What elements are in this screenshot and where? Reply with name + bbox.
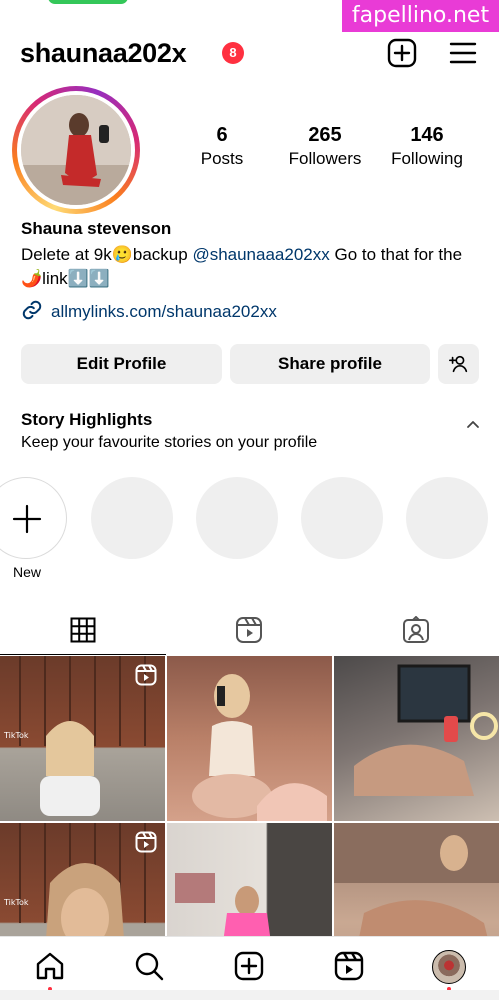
tagged-icon [403, 616, 429, 643]
menu-icon[interactable] [448, 38, 478, 68]
profile-bio: Delete at 9k🥲backup @shaunaaa202xx Go to… [21, 243, 481, 291]
add-user-icon [448, 355, 467, 373]
add-post-icon[interactable] [387, 38, 417, 68]
status-bar-pill [48, 0, 128, 4]
profile-avatar-story-ring[interactable] [12, 86, 140, 214]
following-count-label: Following [391, 149, 463, 168]
followers-count[interactable]: 265 Followers [280, 124, 370, 169]
tiktok-watermark: TikTok [3, 898, 29, 907]
posts-count[interactable]: 6 Posts [190, 124, 254, 169]
tab-posts-grid[interactable] [0, 605, 166, 655]
new-highlight-label: New [12, 564, 41, 580]
chevron-up-icon[interactable] [463, 416, 483, 432]
nav-profile-avatar[interactable] [432, 950, 466, 984]
link-icon [21, 299, 43, 326]
grid-post[interactable] [167, 656, 332, 821]
reel-badge-icon [135, 664, 157, 686]
following-count[interactable]: 146 Following [382, 124, 472, 169]
posts-grid: TikTok TikTok [0, 656, 499, 988]
nav-home[interactable] [34, 950, 66, 982]
profile-avatar [21, 95, 131, 205]
tiktok-watermark: TikTok [3, 731, 29, 740]
notification-badge[interactable]: 8 [222, 42, 244, 64]
discover-people-button[interactable] [438, 344, 479, 384]
following-count-value: 146 [410, 124, 444, 146]
profile-external-link[interactable]: allmylinks.com/shaunaa202xx [21, 300, 277, 324]
new-highlight-button[interactable] [0, 477, 67, 559]
post-thumbnail [192, 674, 327, 821]
profile-header: shaunaa202x 8 [0, 34, 499, 74]
bio-text-1: Delete at 9k🥲backup [21, 245, 193, 264]
highlight-placeholder [406, 477, 488, 559]
nav-reels[interactable] [333, 950, 365, 982]
share-profile-button[interactable]: Share profile [230, 344, 430, 384]
followers-count-label: Followers [288, 149, 362, 168]
profile-link-text: allmylinks.com/shaunaa202xx [51, 302, 277, 321]
highlight-placeholder [301, 477, 383, 559]
grid-icon [70, 617, 96, 642]
grid-post-reel[interactable]: TikTok [0, 656, 165, 821]
profile-full-name: Shauna stevenson [21, 219, 172, 238]
grid-post[interactable] [334, 656, 499, 821]
home-icon [36, 952, 64, 980]
plus-icon [12, 504, 42, 534]
username-switcher[interactable]: shaunaa202x [20, 38, 187, 69]
site-watermark: fapellino.net [342, 0, 499, 32]
highlight-placeholder [196, 477, 278, 559]
create-icon [234, 951, 264, 981]
followers-count-value: 265 [308, 124, 342, 146]
highlight-placeholder [91, 477, 173, 559]
nav-create[interactable] [233, 950, 265, 982]
reels-icon [334, 951, 364, 981]
posts-count-label: Posts [200, 149, 244, 168]
reels-icon [236, 617, 262, 643]
bio-mention-link[interactable]: @shaunaaa202xx [192, 245, 329, 264]
edit-profile-button[interactable]: Edit Profile [21, 344, 222, 384]
search-icon [135, 952, 164, 981]
tab-reels[interactable] [166, 605, 332, 655]
highlights-title: Story Highlights [21, 410, 153, 429]
tab-tagged[interactable] [333, 605, 499, 655]
nav-search[interactable] [133, 950, 165, 982]
highlights-subtitle: Keep your favourite stories on your prof… [21, 434, 318, 451]
profile-content-tabs [0, 605, 499, 655]
posts-count-value: 6 [216, 124, 228, 146]
reel-badge-icon [135, 831, 157, 853]
bottom-overflow-strip [0, 990, 499, 1000]
post-thumbnail [354, 664, 498, 796]
